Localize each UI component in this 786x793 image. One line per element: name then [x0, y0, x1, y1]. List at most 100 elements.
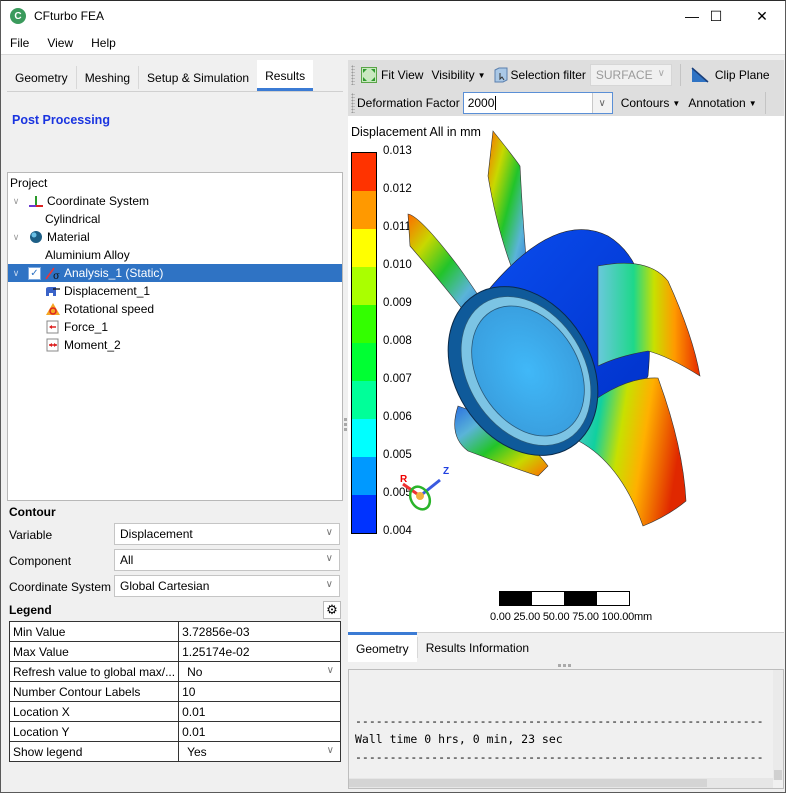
- close-icon: ✕: [756, 7, 768, 24]
- table-row: Refresh value to global max/... No ∨: [8, 661, 341, 682]
- property-value: No: [187, 664, 203, 679]
- table-row: Min Value 3.72856e-03: [8, 621, 341, 642]
- tree-item-force-1[interactable]: Force_1: [8, 318, 342, 336]
- min-value-field[interactable]: 3.72856e-03: [178, 621, 341, 642]
- output-console[interactable]: ----------------------------------------…: [348, 669, 784, 789]
- show-legend-select[interactable]: Yes ∨: [178, 741, 341, 762]
- max-value-field[interactable]: 1.25174e-02: [178, 641, 341, 662]
- clip-plane-button[interactable]: Clip Plane: [691, 67, 770, 83]
- right-panel: Fit View Visibility ▼ Selection filter SU…: [348, 60, 784, 790]
- scale-labels: 0.00 25.00 50.00 75.00 100.00mm: [490, 611, 652, 623]
- toolbar-row-1: Fit View Visibility ▼ Selection filter SU…: [348, 61, 778, 89]
- tree-item-cylindrical[interactable]: Cylindrical: [8, 210, 342, 228]
- annotation-menu-button[interactable]: Annotation ▼: [688, 96, 756, 110]
- close-button[interactable]: ✕: [739, 1, 785, 31]
- table-row: Max Value 1.25174e-02: [8, 641, 341, 662]
- displacement-icon: [45, 283, 61, 299]
- variable-select[interactable]: Displacement ∨: [114, 523, 340, 545]
- tree-item-label: Cylindrical: [45, 212, 101, 226]
- chevron-down-icon[interactable]: ∨: [10, 232, 22, 243]
- visibility-menu-button[interactable]: Visibility ▼: [431, 68, 485, 82]
- tree-item-analysis-1[interactable]: ∨ ✓ σ Analysis_1 (Static): [8, 264, 342, 282]
- scale-segment: [531, 591, 565, 606]
- console-vertical-scrollbar[interactable]: [773, 670, 783, 780]
- force-icon: [45, 319, 61, 335]
- property-value: 1.25174e-02: [182, 644, 250, 659]
- fit-view-icon: [361, 67, 377, 83]
- tree-item-moment-2[interactable]: Moment_2: [8, 336, 342, 354]
- contour-labels-field[interactable]: 10: [178, 681, 341, 702]
- coordinate-system-value: Global Cartesian: [120, 579, 210, 593]
- scroll-thumb[interactable]: [774, 770, 782, 780]
- toolbar-grip[interactable]: [351, 65, 355, 85]
- legend-title: Legend: [9, 603, 52, 617]
- 3d-viewport[interactable]: Displacement All in mm 0.013 0.012 0.011 0.…: [348, 116, 784, 632]
- console-line: Wall time 0 hrs, 0 min, 23 sec: [355, 732, 563, 746]
- tree-item-label: Displacement_1: [64, 284, 151, 298]
- deformation-factor-dropdown[interactable]: ∨: [591, 93, 612, 113]
- selection-filter-select[interactable]: SURFACE ∨: [589, 64, 672, 86]
- maximize-button[interactable]: ☐: [693, 1, 739, 31]
- table-row: Location X 0.01: [8, 701, 341, 722]
- chevron-down-icon[interactable]: ∨: [10, 196, 22, 207]
- selection-filter-label-group: Selection filter: [494, 67, 586, 83]
- menu-file[interactable]: File: [1, 36, 38, 50]
- tree-item-aluminium-alloy[interactable]: Aluminium Alloy: [8, 246, 342, 264]
- property-key: Location Y: [8, 721, 180, 742]
- toolbar-grip[interactable]: [351, 93, 355, 113]
- chevron-down-icon[interactable]: ∨: [10, 268, 22, 279]
- tab-results-information[interactable]: Results Information: [416, 637, 537, 658]
- selection-filter-value: SURFACE: [595, 68, 653, 82]
- chevron-down-icon: ∨: [326, 745, 334, 756]
- tree-item-displacement-1[interactable]: Displacement_1: [8, 282, 342, 300]
- selection-filter-label: Selection filter: [510, 68, 586, 82]
- tree-root[interactable]: Project: [8, 174, 342, 192]
- tab-meshing[interactable]: Meshing: [77, 66, 140, 89]
- property-key: Refresh value to global max/...: [8, 661, 180, 682]
- tab-setup-simulation[interactable]: Setup & Simulation: [139, 66, 257, 89]
- deformation-factor-input[interactable]: 2000 ∨: [462, 92, 613, 114]
- refresh-value-select[interactable]: No ∨: [178, 661, 341, 682]
- property-key: Show legend: [8, 741, 180, 762]
- contours-menu-button[interactable]: Contours ▼: [621, 96, 681, 110]
- tree-item-label: Moment_2: [64, 338, 121, 352]
- property-value: 3.72856e-03: [182, 624, 250, 639]
- bottom-splitter-grip[interactable]: [558, 664, 571, 667]
- bottom-tabs: Geometry Results Information: [348, 632, 784, 662]
- legend-settings-button[interactable]: ⚙: [323, 601, 341, 619]
- tab-geometry[interactable]: Geometry: [7, 66, 77, 89]
- deformation-factor-value: 2000: [467, 96, 495, 110]
- coordinate-system-select[interactable]: Global Cartesian ∨: [114, 575, 340, 597]
- tab-geometry-info[interactable]: Geometry: [348, 632, 417, 662]
- tree-item-rotational-speed[interactable]: Rotational speed: [8, 300, 342, 318]
- contours-label: Contours: [620, 96, 670, 110]
- property-key: Max Value: [8, 641, 180, 662]
- location-x-field[interactable]: 0.01: [178, 701, 341, 722]
- tree-item-label: Rotational speed: [64, 302, 155, 316]
- chevron-down-icon: ∨: [325, 527, 333, 538]
- app-window: C CFturbo FEA — ☐ ✕ File View Help Geome…: [0, 0, 786, 793]
- location-y-field[interactable]: 0.01: [178, 721, 341, 742]
- property-value: Yes: [187, 744, 207, 759]
- svg-text:σ: σ: [53, 271, 60, 280]
- window-title: CFturbo FEA: [34, 9, 105, 23]
- analysis-checkbox[interactable]: ✓: [28, 266, 41, 280]
- axis-triad: R Z: [400, 466, 449, 511]
- component-select[interactable]: All ∨: [114, 549, 340, 571]
- table-row: Number Contour Labels 10: [8, 681, 341, 702]
- menu-view[interactable]: View: [38, 36, 82, 50]
- app-logo-icon: C: [10, 8, 26, 24]
- triad-z-label: Z: [443, 466, 449, 477]
- scale-segment: [499, 591, 532, 606]
- text-cursor: [495, 96, 497, 110]
- property-value: 0.01: [182, 704, 206, 719]
- menu-help[interactable]: Help: [82, 36, 125, 50]
- tree-item-coordinate-system[interactable]: ∨ Coordinate System: [8, 192, 342, 210]
- coordinate-system-label: Coordinate System: [9, 580, 112, 594]
- console-horizontal-scrollbar[interactable]: [349, 778, 773, 788]
- scroll-thumb[interactable]: [349, 779, 707, 787]
- fit-view-button[interactable]: Fit View: [361, 67, 423, 83]
- tab-results[interactable]: Results: [257, 60, 314, 91]
- tree-item-material[interactable]: ∨ Material: [8, 228, 342, 246]
- property-value: 0.01: [182, 724, 206, 739]
